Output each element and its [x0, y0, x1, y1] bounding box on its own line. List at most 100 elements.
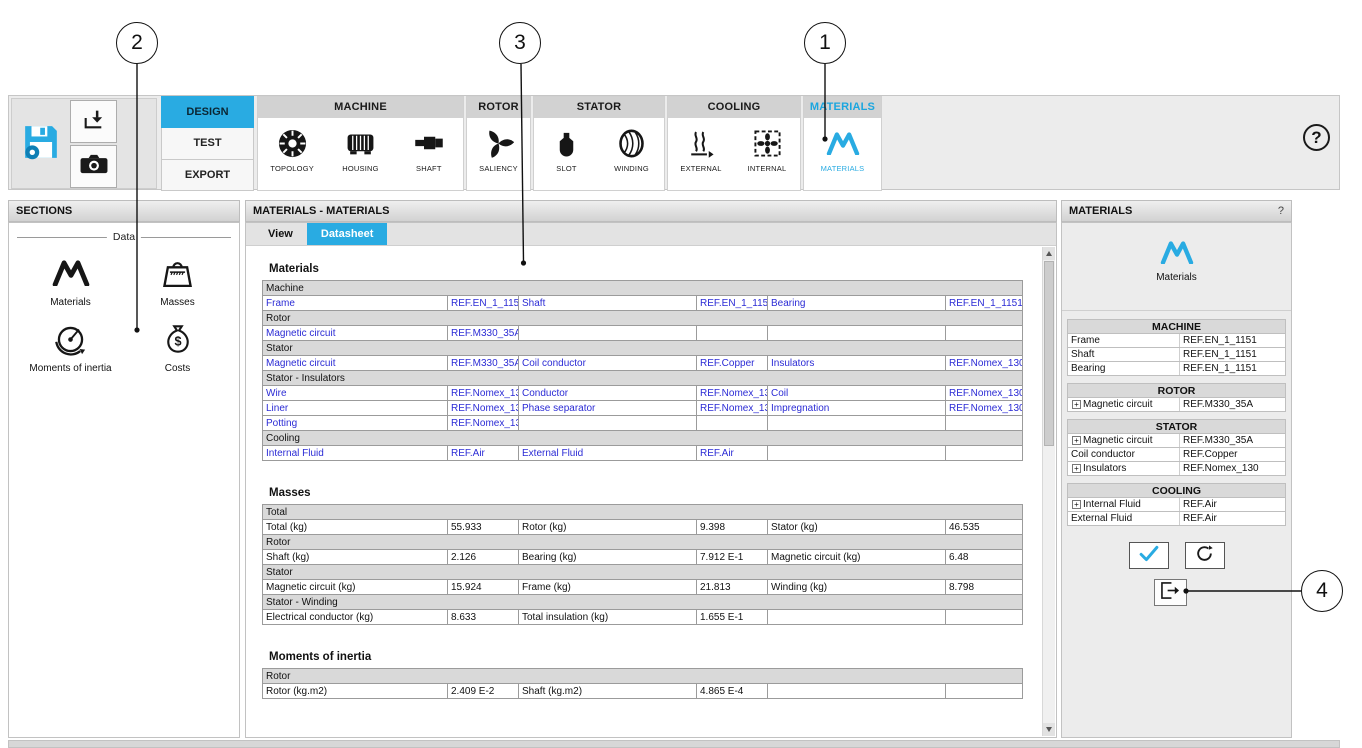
right-panel-help[interactable]: ? — [1278, 201, 1284, 221]
apply-button[interactable] — [1129, 542, 1169, 569]
internal-icon — [753, 125, 782, 161]
mode-tab-export[interactable]: EXPORT — [161, 160, 254, 191]
rp-row-value[interactable]: REF.Copper — [1180, 449, 1285, 460]
rp-row-value[interactable]: REF.Nomex_130 — [1180, 463, 1285, 474]
restore-icon — [1194, 544, 1215, 568]
label-cell — [768, 416, 946, 431]
mode-tab-design[interactable]: DESIGN — [161, 96, 254, 128]
scroll-down-button[interactable] — [1043, 723, 1055, 736]
sidebar-item-moments-of-inertia[interactable]: Moments of inertia — [17, 318, 124, 374]
value-cell: 2.409 E-2 — [448, 684, 519, 699]
toolbar-group-materials: MATERIALSMATERIALS — [803, 96, 882, 191]
toolbar-button-winding[interactable]: WINDING — [600, 125, 664, 173]
label-cell: Magnetic circuit (kg) — [768, 550, 946, 565]
section-cell: Total — [263, 505, 1023, 520]
check-icon — [1136, 543, 1162, 569]
table-title: Materials — [269, 263, 1042, 275]
table-row: Total (kg)55.933Rotor (kg)9.398Stator (k… — [263, 520, 1023, 535]
label-cell — [768, 684, 946, 699]
housing-icon — [345, 125, 376, 161]
sidebar-item-materials[interactable]: Materials — [17, 252, 124, 308]
value-cell: REF.EN_1_1151 — [697, 296, 768, 311]
toolbar-button-slot[interactable]: SLOT — [535, 125, 599, 173]
table-row: Magnetic circuitREF.M330_35A — [263, 326, 1023, 341]
rp-row-value[interactable]: REF.Air — [1180, 499, 1285, 510]
label-cell: Shaft (kg.m2) — [519, 684, 697, 699]
label-cell: Liner — [263, 401, 448, 416]
rp-row-label-text: Internal Fluid — [1083, 499, 1141, 510]
value-cell — [946, 446, 1023, 461]
expand-icon[interactable]: + — [1072, 400, 1081, 409]
scrollbar-thumb[interactable] — [1044, 261, 1054, 446]
toolbar-button-materials[interactable]: MATERIALS — [811, 125, 875, 173]
rp-row-value[interactable]: REF.M330_35A — [1180, 435, 1285, 446]
save-button[interactable] — [18, 121, 64, 167]
rp-row-value[interactable]: REF.EN_1_1151 — [1180, 349, 1285, 360]
toolbar-button-saliency[interactable]: SALIENCY — [467, 125, 530, 173]
toolbar-button-label: INTERNAL — [748, 164, 787, 173]
tables-container: MaterialsMachineFrameREF.EN_1_1151ShaftR… — [247, 247, 1042, 699]
rp-row-label-text: Magnetic circuit — [1083, 435, 1152, 446]
expand-icon[interactable]: + — [1072, 436, 1081, 445]
toolbar-button-label: SHAFT — [416, 164, 442, 173]
toolbar-button-internal[interactable]: INTERNAL — [735, 125, 799, 173]
import-button[interactable] — [70, 100, 117, 143]
toolbar-button-housing[interactable]: HOUSING — [328, 125, 392, 173]
main-panel: ViewDatasheet MaterialsMachineFrameREF.E… — [245, 222, 1057, 738]
rp-row-value[interactable]: REF.EN_1_1151 — [1180, 335, 1285, 346]
costs-icon: $ — [162, 318, 194, 360]
table-row: WireREF.Nomex_130ConductorREF.Nomex_130C… — [263, 386, 1023, 401]
value-cell — [946, 610, 1023, 625]
help-button[interactable]: ? — [1303, 124, 1330, 151]
label-cell: Bearing (kg) — [519, 550, 697, 565]
masses-icon — [161, 252, 194, 294]
label-cell: Insulators — [768, 356, 946, 371]
sidebar-item-masses[interactable]: Masses — [124, 252, 231, 308]
value-cell: REF.Nomex_130 — [448, 416, 519, 431]
rp-row-value[interactable]: REF.Air — [1180, 513, 1285, 524]
rp-row-label-text: Insulators — [1083, 463, 1126, 474]
camera-icon — [80, 154, 108, 179]
label-cell: External Fluid — [519, 446, 697, 461]
screenshot-button[interactable] — [70, 145, 117, 188]
toolbar-button-external[interactable]: EXTERNAL — [669, 125, 733, 173]
table-row: Rotor — [263, 669, 1023, 684]
rp-row-magnetic-circuit: +Magnetic circuitREF.M330_35A — [1067, 398, 1286, 412]
mode-tab-test[interactable]: TEST — [161, 128, 254, 159]
export-button[interactable] — [1154, 579, 1187, 606]
vertical-scrollbar[interactable] — [1042, 247, 1055, 736]
value-cell: REF.Nomex_130 — [946, 386, 1023, 401]
right-panel-header: ? MATERIALS — [1061, 200, 1292, 222]
table-row: Internal FluidREF.AirExternal FluidREF.A… — [263, 446, 1023, 461]
value-cell: 1.655 E-1 — [697, 610, 768, 625]
toolbar-button-shaft[interactable]: SHAFT — [397, 125, 461, 173]
app-window: DESIGNTESTEXPORT MACHINETOPOLOGYHOUSINGS… — [8, 95, 1340, 748]
value-cell: 21.813 — [697, 580, 768, 595]
data-groupbox-title: Data — [107, 231, 141, 243]
tab-view[interactable]: View — [254, 223, 307, 245]
materials-icon — [826, 125, 860, 161]
rp-row-label: +Insulators — [1068, 462, 1180, 475]
expand-icon[interactable]: + — [1072, 500, 1081, 509]
toolbar-button-topology[interactable]: TOPOLOGY — [260, 125, 324, 173]
value-cell: REF.Nomex_130 — [946, 401, 1023, 416]
label-cell: Coil conductor — [519, 356, 697, 371]
expand-icon[interactable]: + — [1072, 464, 1081, 473]
rp-row-value[interactable]: REF.M330_35A — [1180, 399, 1285, 410]
restore-button[interactable] — [1185, 542, 1225, 569]
sidebar-item-costs[interactable]: $Costs — [124, 318, 231, 374]
sidebar-item-label: Materials — [50, 297, 91, 308]
label-cell: Frame (kg) — [519, 580, 697, 595]
value-cell: REF.Copper — [697, 356, 768, 371]
right-panel: Materials MACHINEFrameREF.EN_1_1151Shaft… — [1061, 222, 1292, 738]
section-cell: Cooling — [263, 431, 1023, 446]
label-cell: Magnetic circuit (kg) — [263, 580, 448, 595]
rp-row-value[interactable]: REF.EN_1_1151 — [1180, 363, 1285, 374]
tab-datasheet[interactable]: Datasheet — [307, 223, 388, 245]
table-row: Machine — [263, 281, 1023, 296]
scroll-up-button[interactable] — [1043, 247, 1055, 260]
callout-2: 2 — [116, 22, 158, 64]
table-title: Moments of inertia — [269, 651, 1042, 663]
rp-actions — [1062, 542, 1291, 569]
inertia-icon — [52, 318, 89, 360]
